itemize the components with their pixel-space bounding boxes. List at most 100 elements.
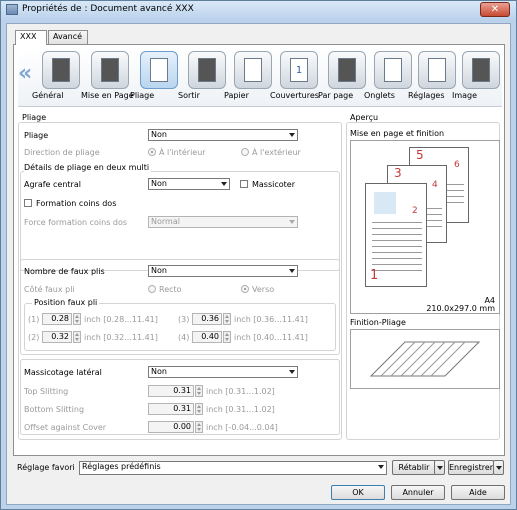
massicoter-label: Massicoter xyxy=(252,180,296,189)
toolbar-item-couvertures[interactable]: 1 Couvertures xyxy=(270,51,322,105)
position-2-input[interactable]: 0.32 xyxy=(42,331,72,343)
toolbar-label: Image xyxy=(452,91,478,100)
position-2-range: inch [0.32...11.41] xyxy=(84,333,158,342)
toolbar-label: Général xyxy=(32,91,64,100)
chevron-down-icon xyxy=(378,465,384,469)
dialog-client: XXX Avancé « » Général Mise en Page Plia… xyxy=(6,23,511,505)
save-dropdown-icon[interactable] xyxy=(493,460,504,475)
position-4-input[interactable]: 0.40 xyxy=(192,331,222,343)
flower-image-icon xyxy=(374,192,396,214)
title-bar[interactable]: Propriétés de : Document avancé XXX ✕ xyxy=(1,1,516,19)
settings-icon xyxy=(418,51,456,89)
bottom-slitting-input[interactable]: 0.31 xyxy=(148,403,194,415)
position-index: (3) xyxy=(178,315,190,324)
bottom-slitting-label: Bottom Slitting xyxy=(24,405,85,414)
restore-dropdown-icon[interactable] xyxy=(434,460,445,475)
deux-multi-label: Détails de pliage en deux multi xyxy=(24,163,152,172)
position-index: (4) xyxy=(178,333,190,342)
agrafe-select[interactable]: Non xyxy=(148,178,230,190)
save-button[interactable]: Enregistrer xyxy=(448,460,494,475)
toolbar-item-image[interactable]: Image xyxy=(452,51,504,105)
per-page-icon xyxy=(328,51,366,89)
position-3-range: inch [0.36...11.41] xyxy=(234,315,308,324)
position-index: (1) xyxy=(28,315,40,324)
restore-button[interactable]: Rétablir xyxy=(392,460,436,475)
fold-icon xyxy=(140,51,178,89)
window-title: Propriétés de : Document avancé XXX xyxy=(22,4,194,14)
close-button[interactable]: ✕ xyxy=(480,2,510,17)
position-group xyxy=(24,303,336,351)
tab-panel: « » Général Mise en Page Pliage Sortir xyxy=(13,44,505,456)
spinner-arrows-icon[interactable] xyxy=(223,313,231,325)
toolbar-item-mise-en-page[interactable]: Mise en Page xyxy=(81,51,134,105)
pliage-section-title: Pliage xyxy=(22,113,47,122)
ok-button[interactable]: OK xyxy=(331,485,385,500)
spinner-arrows-icon[interactable] xyxy=(195,385,203,397)
chevron-down-icon xyxy=(289,370,295,374)
tab-xxx[interactable]: XXX xyxy=(15,30,47,45)
finition-label: Finition-Pliage xyxy=(350,318,406,327)
agrafe-label: Agrafe central xyxy=(24,180,81,189)
force-select[interactable]: Normal xyxy=(148,216,298,228)
direction-label: Direction de pliage xyxy=(24,148,100,157)
massicotage-label: Massicotage latéral xyxy=(24,368,102,377)
apercu-section-title: Aperçu xyxy=(350,113,379,122)
spinner-arrows-icon[interactable] xyxy=(195,421,203,433)
layout-preview: 5 6 3 4 2 1 A4 210.0x297.0 mm xyxy=(350,140,500,314)
favorite-label: Réglage favori xyxy=(17,463,75,472)
spinner-arrows-icon[interactable] xyxy=(73,313,81,325)
tabs-icon xyxy=(374,51,412,89)
output-icon xyxy=(188,51,226,89)
chevron-down-icon xyxy=(221,182,227,186)
position-1-input[interactable]: 0.28 xyxy=(42,313,72,325)
recto-radio[interactable] xyxy=(148,285,156,293)
offset-cover-range: inch [-0.04...0.04] xyxy=(206,423,278,432)
faux-plis-select[interactable]: Non xyxy=(148,265,298,277)
paper-icon xyxy=(234,51,272,89)
verso-radio[interactable] xyxy=(241,285,249,293)
spinner-arrows-icon[interactable] xyxy=(223,331,231,343)
offset-cover-input[interactable]: 0.00 xyxy=(148,421,194,433)
spinner-arrows-icon[interactable] xyxy=(195,403,203,415)
feature-toolbar: « » Général Mise en Page Pliage Sortir xyxy=(18,49,502,107)
page-number: 2 xyxy=(412,206,418,216)
mise-label: Mise en page et finition xyxy=(350,129,445,138)
toolbar-label: Pliage xyxy=(130,91,155,100)
cover-icon: 1 xyxy=(280,51,318,89)
direction-in-label: À l'intérieur xyxy=(159,148,206,157)
chevron-down-icon xyxy=(289,133,295,137)
top-slitting-input[interactable]: 0.31 xyxy=(148,385,194,397)
help-button[interactable]: Aide xyxy=(451,485,505,500)
prev-arrow-icon[interactable]: « xyxy=(18,61,32,86)
cote-label: Côté faux pli xyxy=(24,285,75,294)
page-number: 1 xyxy=(370,268,379,283)
page-number: 6 xyxy=(454,160,460,170)
toolbar-label: Papier xyxy=(224,91,249,100)
direction-out-radio[interactable] xyxy=(241,148,249,156)
toolbar-item-pliage[interactable]: Pliage xyxy=(130,51,182,105)
paper-dims: 210.0x297.0 mm xyxy=(426,304,495,313)
toolbar-label: Mise en Page xyxy=(81,91,134,100)
chevron-down-icon xyxy=(289,220,295,224)
direction-in-radio[interactable] xyxy=(148,148,156,156)
formation-label: Formation coins dos xyxy=(36,199,117,208)
toolbar-item-general[interactable]: Général xyxy=(32,51,84,105)
page-number: 3 xyxy=(394,166,402,180)
printer-icon xyxy=(6,4,18,15)
page-number: 5 xyxy=(416,148,424,162)
massicotage-select[interactable]: Non xyxy=(148,366,298,378)
faux-plis-label: Nombre de faux plis xyxy=(24,267,105,276)
formation-checkbox[interactable] xyxy=(24,199,32,207)
cancel-button[interactable]: Annuler xyxy=(391,485,445,500)
layout-icon xyxy=(91,51,129,89)
pliage-select[interactable]: Non xyxy=(148,129,298,141)
bottom-slitting-range: inch [0.31...1.02] xyxy=(206,405,275,414)
position-3-input[interactable]: 0.36 xyxy=(192,313,222,325)
massicoter-checkbox[interactable] xyxy=(240,180,248,188)
tab-avance[interactable]: Avancé xyxy=(48,30,88,44)
spinner-arrows-icon[interactable] xyxy=(73,331,81,343)
favorite-select[interactable]: Réglages prédéfinis xyxy=(79,461,387,475)
toolbar-label: Onglets xyxy=(364,91,395,100)
direction-out-label: À l'extérieur xyxy=(252,148,301,157)
image-icon xyxy=(462,51,500,89)
